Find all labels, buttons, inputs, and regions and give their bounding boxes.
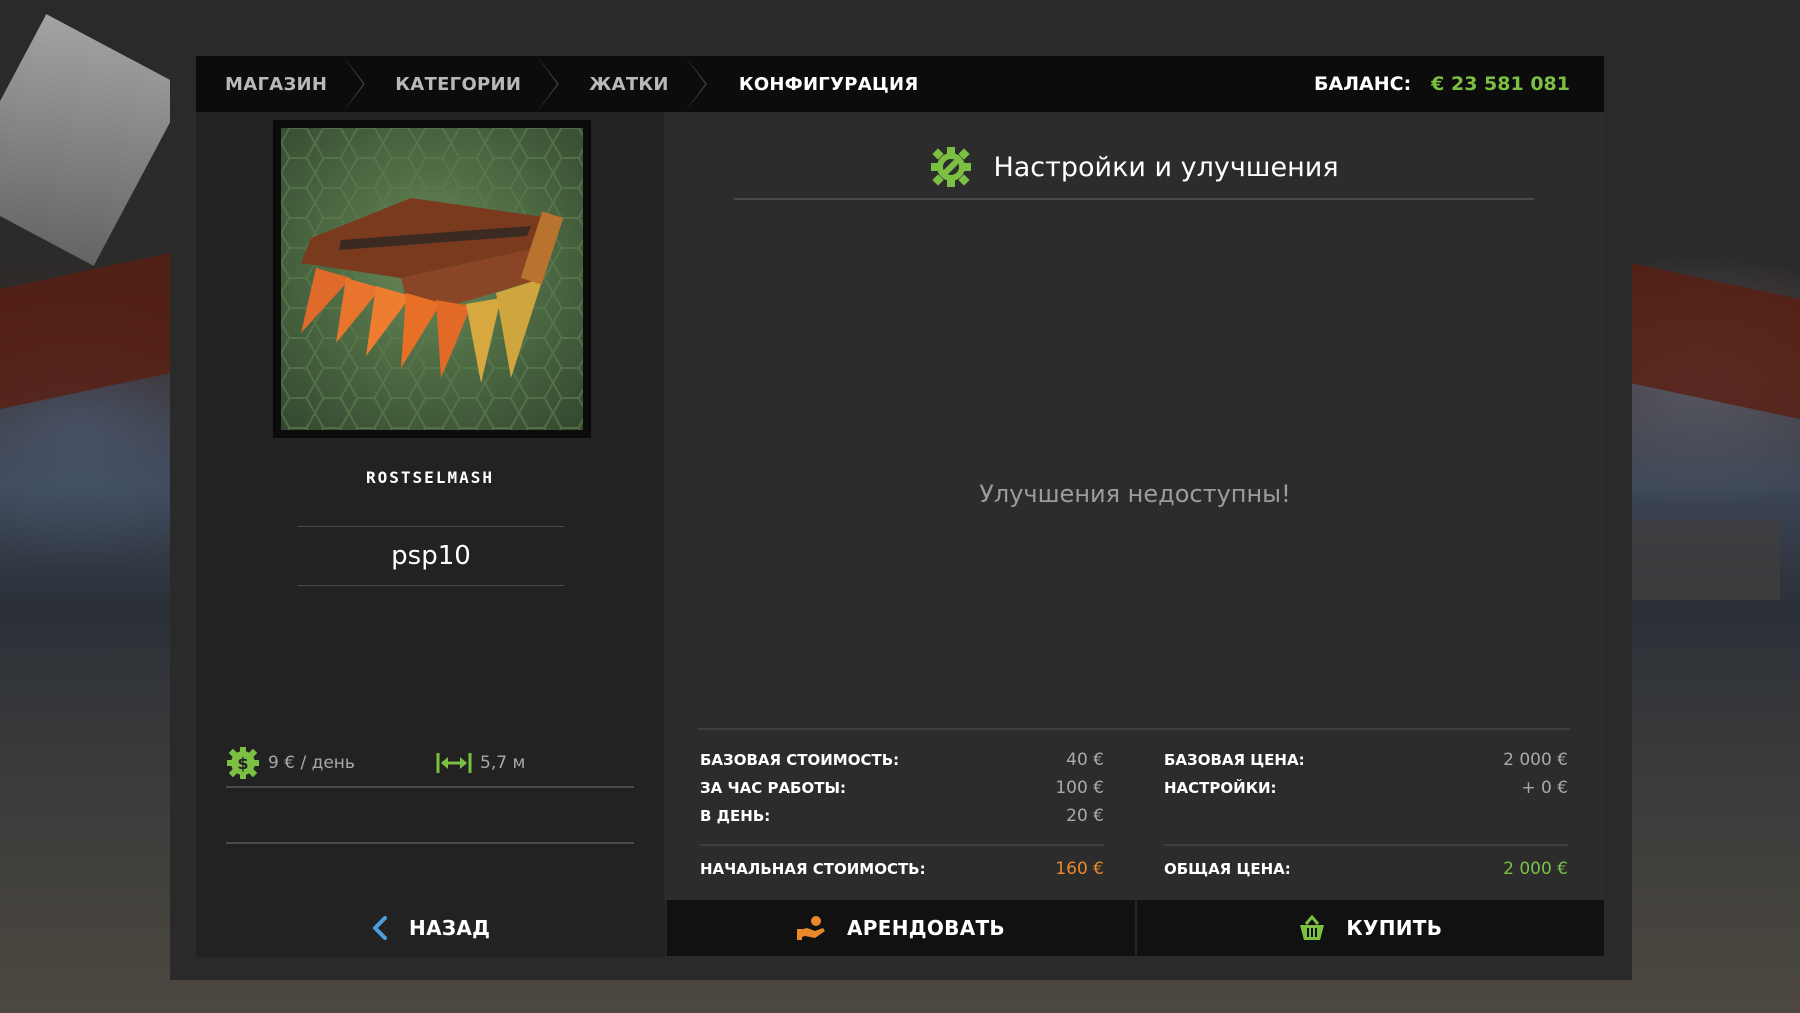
basket-icon (1300, 914, 1325, 940)
vehicle-stats: $ 9 € / день 5,7 м (226, 740, 634, 788)
price-label: ЗА ЧАС РАБОТЫ: (700, 779, 847, 797)
price-label: НАСТРОЙКИ: (1164, 779, 1277, 797)
price-row: НАСТРОЙКИ: + 0 € (1164, 774, 1568, 802)
vehicle-name-text: psp10 (391, 541, 471, 571)
price-row: ЗА ЧАС РАБОТЫ: 100 € (700, 774, 1104, 802)
price-row: БАЗОВАЯ СТОИМОСТЬ: 40 € (700, 746, 1104, 774)
action-bar: НАЗАД АРЕНДОВАТЬ КУПИТЬ (196, 900, 1604, 956)
vehicle-name: psp10 (298, 526, 564, 586)
width-arrows-icon (436, 753, 472, 773)
back-button[interactable]: НАЗАД (196, 900, 666, 956)
background-object (1610, 520, 1780, 600)
lease-total: НАЧАЛЬНАЯ СТОИМОСТЬ: 160 € (700, 854, 1104, 884)
rent-button-label: АРЕНДОВАТЬ (847, 916, 1005, 940)
price-value: 20 € (1066, 806, 1104, 826)
price-label: БАЗОВАЯ СТОИМОСТЬ: (700, 751, 900, 769)
price-summary: БАЗОВАЯ СТОИМОСТЬ: 40 € ЗА ЧАС РАБОТЫ: 1… (698, 728, 1570, 890)
balance-label: БАЛАНС: (1314, 73, 1412, 95)
breadcrumb-headers[interactable]: ЖАТКИ (551, 56, 707, 112)
configuration-title: Настройки и улучшения (993, 151, 1339, 183)
breadcrumb-label: МАГАЗИН (225, 73, 328, 95)
buy-total-label: ОБЩАЯ ЦЕНА: (1164, 860, 1291, 878)
breadcrumb-label: КОНФИГУРАЦИЯ (738, 73, 919, 95)
buy-button-label: КУПИТЬ (1346, 916, 1443, 940)
dollar-gear-icon: $ (227, 747, 259, 779)
header-machine-icon (281, 128, 583, 430)
svg-text:$: $ (237, 754, 248, 773)
price-row: БАЗОВАЯ ЦЕНА: 2 000 € (1164, 746, 1568, 774)
lease-total-label: НАЧАЛЬНАЯ СТОИМОСТЬ: (700, 860, 926, 878)
buy-total: ОБЩАЯ ЦЕНА: 2 000 € (1164, 854, 1568, 884)
breadcrumb-label: ЖАТКИ (589, 73, 669, 95)
lease-total-value: 160 € (1055, 859, 1104, 879)
chevron-left-icon (373, 916, 388, 940)
breadcrumb-categories[interactable]: КАТЕГОРИИ (357, 56, 560, 112)
price-value: + 0 € (1521, 778, 1568, 798)
back-button-label: НАЗАД (409, 916, 491, 940)
upkeep-value: 9 € / день (268, 753, 355, 773)
divider (700, 844, 1104, 846)
price-row: В ДЕНЬ: 20 € (700, 802, 1104, 830)
price-label: БАЗОВАЯ ЦЕНА: (1164, 751, 1305, 769)
working-width-stat: 5,7 м (436, 751, 525, 775)
lease-price-list: БАЗОВАЯ СТОИМОСТЬ: 40 € ЗА ЧАС РАБОТЫ: 1… (700, 746, 1104, 830)
buy-total-value: 2 000 € (1503, 859, 1568, 879)
vehicle-image (281, 128, 583, 430)
upkeep-stat: $ 9 € / день (226, 746, 436, 780)
upgrades-unavailable-message: Улучшения недоступны! (979, 480, 1291, 508)
breadcrumb-label: КАТЕГОРИИ (395, 73, 522, 95)
rent-button[interactable]: АРЕНДОВАТЬ (665, 900, 1134, 956)
configuration-header: Настройки и улучшения (734, 136, 1534, 200)
wrench-gear-icon (931, 147, 972, 187)
breadcrumb-shop[interactable]: МАГАЗИН (196, 56, 366, 112)
balance-value: € 23 581 081 (1431, 73, 1570, 95)
brand-logo: ROSTSELMASH (366, 468, 494, 487)
price-value: 40 € (1066, 750, 1104, 770)
price-label: В ДЕНЬ: (700, 807, 771, 825)
working-width-value: 5,7 м (480, 753, 526, 773)
breadcrumb-configuration: КОНФИГУРАЦИЯ (699, 56, 949, 112)
balance: БАЛАНС: € 23 581 081 (1314, 56, 1570, 112)
price-value: 2 000 € (1503, 750, 1568, 770)
divider (226, 842, 634, 844)
divider (1164, 844, 1568, 846)
hand-coin-icon (797, 916, 825, 940)
buy-button[interactable]: КУПИТЬ (1134, 900, 1604, 956)
breadcrumb: МАГАЗИН КАТЕГОРИИ ЖАТКИ КОНФИГУРАЦИЯ БАЛ… (196, 56, 1604, 112)
vehicle-preview-image (273, 120, 591, 438)
price-value: 100 € (1055, 778, 1104, 798)
buy-price-list: БАЗОВАЯ ЦЕНА: 2 000 € НАСТРОЙКИ: + 0 € (1164, 746, 1568, 802)
